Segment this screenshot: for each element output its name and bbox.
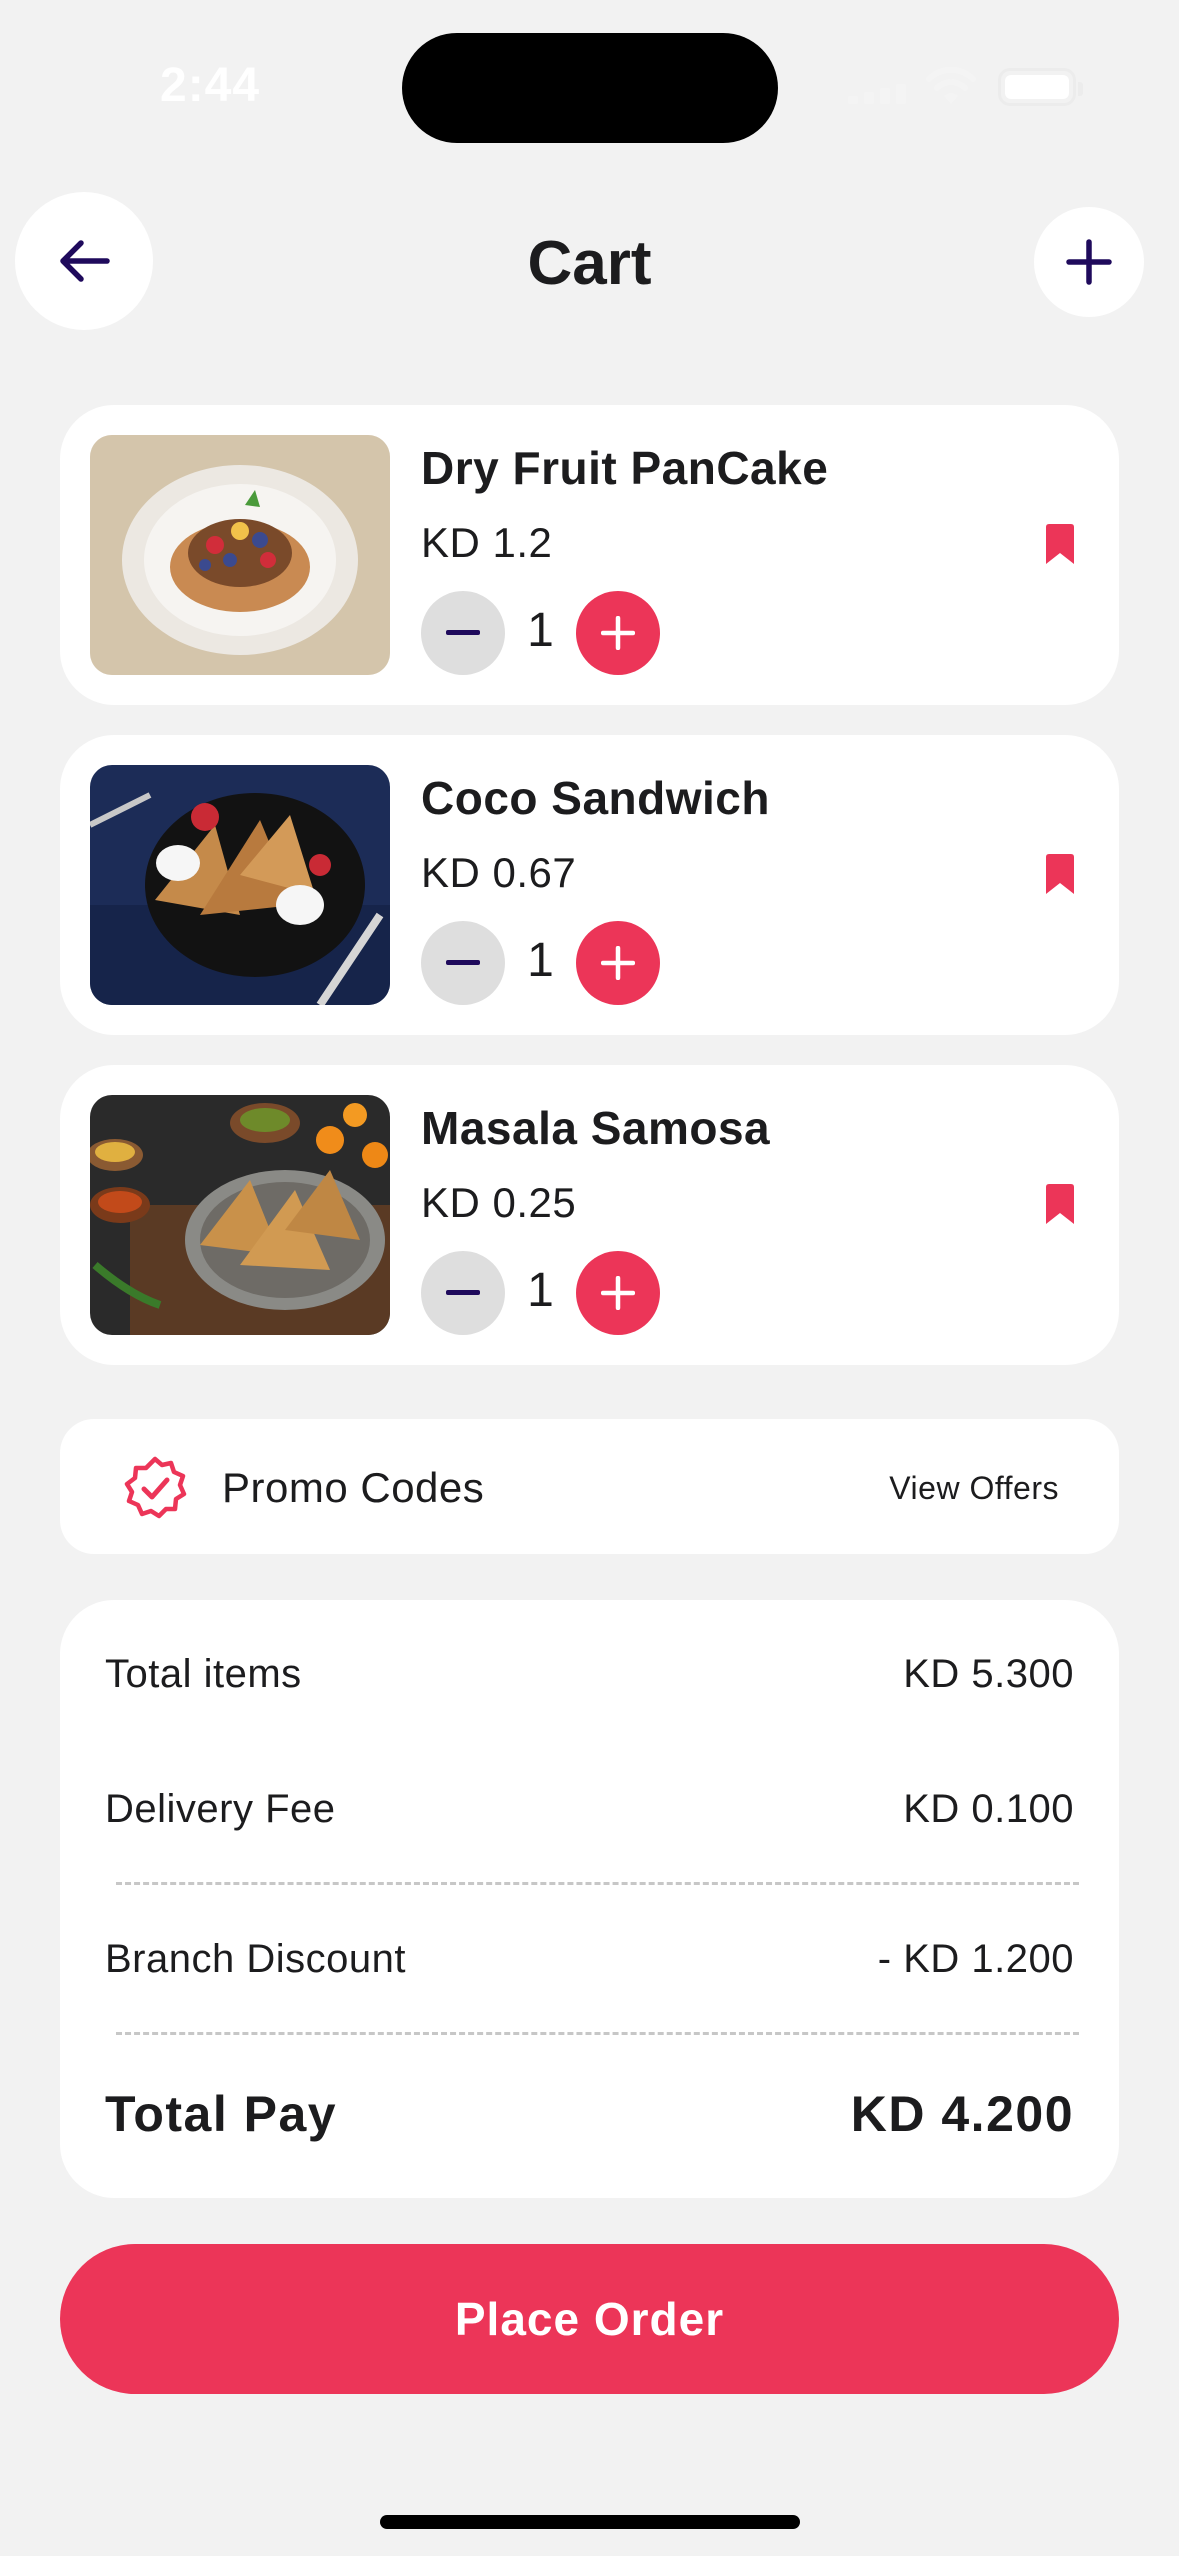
increase-quantity-button[interactable] xyxy=(576,921,660,1005)
bookmark-icon[interactable] xyxy=(1044,523,1076,565)
delivery-fee-value: KD 0.100 xyxy=(903,1787,1074,1831)
increase-quantity-button[interactable] xyxy=(576,591,660,675)
decrease-quantity-button[interactable] xyxy=(421,1251,505,1335)
item-price: KD 1.2 xyxy=(421,519,553,566)
decrease-quantity-button[interactable] xyxy=(421,591,505,675)
item-image-samosa xyxy=(90,1095,390,1335)
total-pay-label: Total Pay xyxy=(105,2086,338,2142)
minus-icon xyxy=(446,960,480,965)
view-offers-link[interactable]: View Offers xyxy=(889,1470,1059,1507)
battery-icon xyxy=(998,68,1083,106)
item-image-sandwich xyxy=(90,765,390,1005)
promo-codes-row[interactable]: Promo Codes View Offers xyxy=(60,1419,1119,1554)
total-pay-row: Total Pay KD 4.200 xyxy=(105,2085,1074,2143)
minus-icon xyxy=(446,630,480,635)
home-indicator xyxy=(380,2515,800,2529)
total-items-row: Total items KD 5.300 xyxy=(105,1652,1074,1697)
wifi-icon xyxy=(926,66,976,104)
cart-item: Coco Sandwich KD 0.67 1 xyxy=(60,735,1119,1035)
increase-quantity-button[interactable] xyxy=(576,1251,660,1335)
item-image-pancake xyxy=(90,435,390,675)
bookmark-icon[interactable] xyxy=(1044,1183,1076,1225)
delivery-fee-row: Delivery Fee KD 0.100 xyxy=(105,1787,1074,1832)
page-title: Cart xyxy=(527,229,652,298)
plus-icon xyxy=(601,616,635,650)
item-price: KD 0.25 xyxy=(421,1179,577,1226)
item-quantity: 1 xyxy=(527,934,554,987)
dynamic-island xyxy=(402,33,778,143)
item-quantity: 1 xyxy=(527,604,554,657)
quantity-stepper: 1 xyxy=(421,921,671,1007)
divider xyxy=(116,2032,1079,2035)
decrease-quantity-button[interactable] xyxy=(421,921,505,1005)
add-item-button[interactable] xyxy=(1034,207,1144,317)
branch-discount-value: - KD 1.200 xyxy=(877,1937,1074,1981)
order-summary: Total items KD 5.300 Delivery Fee KD 0.1… xyxy=(60,1600,1119,2198)
discount-badge-icon xyxy=(124,1456,187,1519)
total-items-label: Total items xyxy=(105,1652,302,1696)
item-name: Masala Samosa xyxy=(421,1102,771,1154)
item-name: Coco Sandwich xyxy=(421,772,770,824)
cart-item: Masala Samosa KD 0.25 1 xyxy=(60,1065,1119,1365)
plus-icon xyxy=(601,946,635,980)
plus-icon xyxy=(601,1276,635,1310)
item-quantity: 1 xyxy=(527,1264,554,1317)
item-name: Dry Fruit PanCake xyxy=(421,442,829,494)
quantity-stepper: 1 xyxy=(421,1251,671,1337)
status-bar: 2:44 xyxy=(0,0,1179,170)
delivery-fee-label: Delivery Fee xyxy=(105,1787,336,1831)
cart-item: Dry Fruit PanCake KD 1.2 1 xyxy=(60,405,1119,705)
minus-icon xyxy=(446,1290,480,1295)
cellular-signal-icon xyxy=(848,82,908,104)
plus-icon xyxy=(1066,239,1112,285)
divider xyxy=(116,1882,1079,1885)
branch-discount-row: Branch Discount - KD 1.200 xyxy=(105,1937,1074,1982)
item-price: KD 0.67 xyxy=(421,849,577,896)
bookmark-icon[interactable] xyxy=(1044,853,1076,895)
quantity-stepper: 1 xyxy=(421,591,671,677)
branch-discount-label: Branch Discount xyxy=(105,1937,406,1981)
total-pay-value: KD 4.200 xyxy=(850,2086,1074,2142)
total-items-value: KD 5.300 xyxy=(903,1652,1074,1696)
promo-codes-label: Promo Codes xyxy=(222,1464,485,1511)
status-time: 2:44 xyxy=(160,59,261,112)
place-order-button[interactable]: Place Order xyxy=(60,2244,1119,2394)
